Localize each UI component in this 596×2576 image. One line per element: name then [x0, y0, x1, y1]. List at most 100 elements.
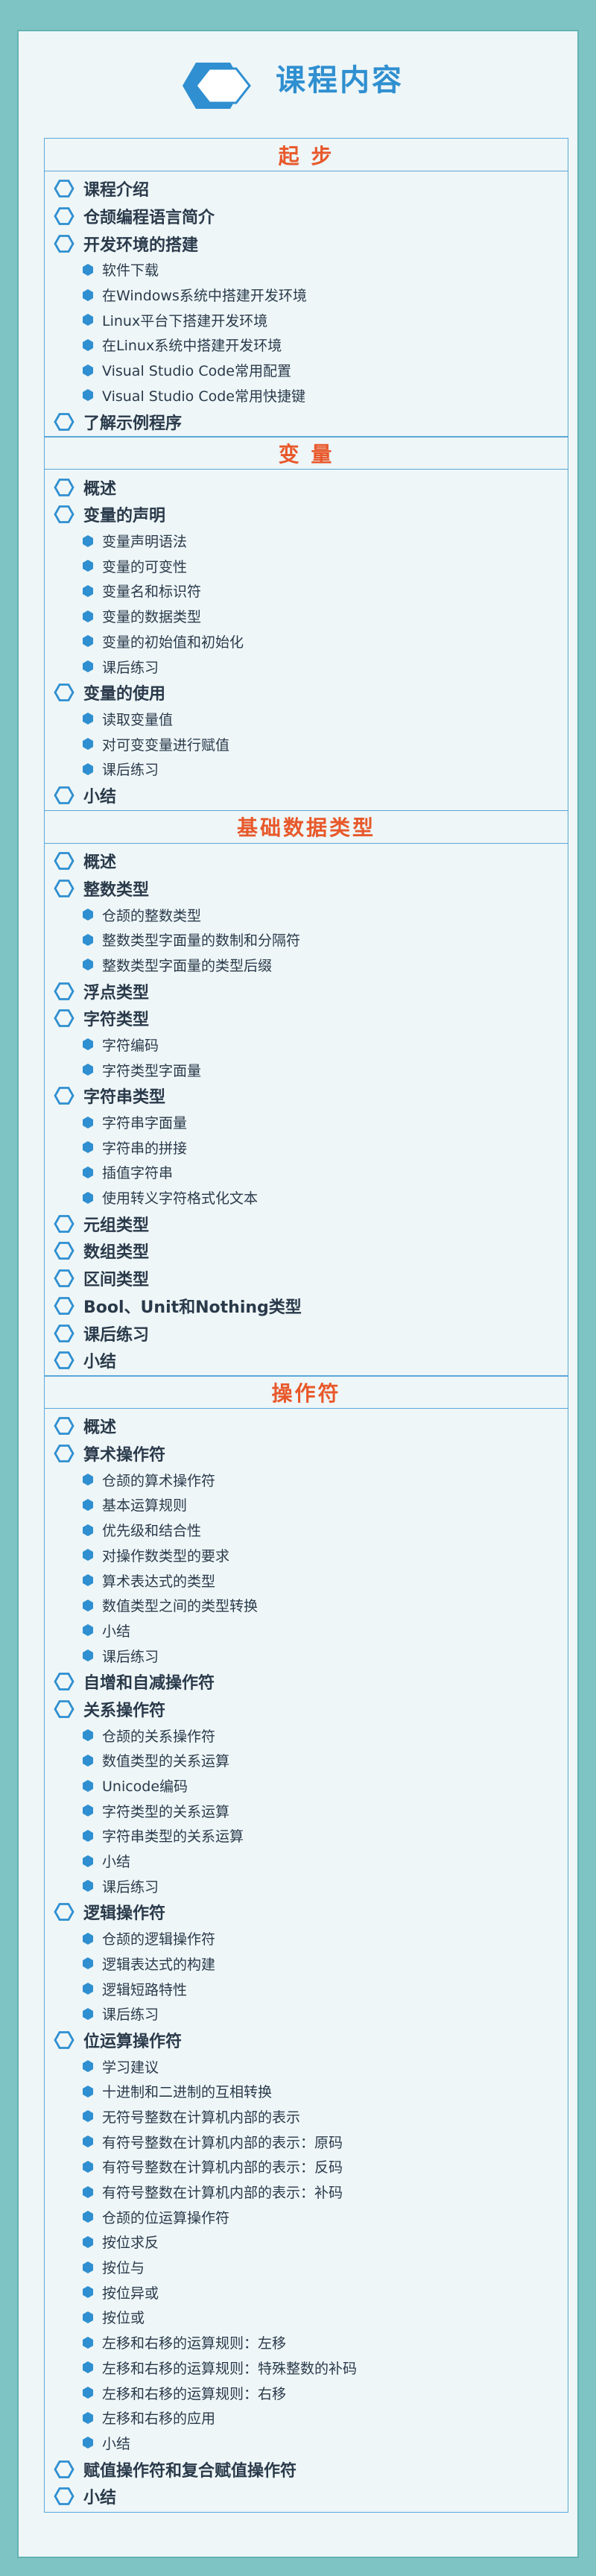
hexagon-bullet-icon [83, 2085, 93, 2097]
subtopic-label: 学习建议 [102, 2059, 159, 2076]
subtopic-label: 字符串类型的关系运算 [102, 1828, 244, 1846]
topic-label: 变量的使用 [83, 685, 166, 704]
topic-item: 仓颉编程语言简介 [45, 203, 568, 230]
hexagon-bullet-icon [83, 2361, 93, 2374]
topic-label: 算术操作符 [83, 1446, 166, 1465]
hexagon-outline-icon [54, 234, 74, 253]
topic-label: 字符串类型 [83, 1088, 166, 1108]
subtopic-item: 在Linux系统中搭建开发环境 [45, 332, 568, 358]
subtopic-item: 左移和右移的应用 [45, 2405, 568, 2431]
topic-item: 赋值操作符和复合赋值操作符 [45, 2455, 568, 2483]
subtopic-label: 有符号整数在计算机内部的表示：反码 [102, 2159, 343, 2176]
hexagon-outline-icon [54, 1269, 74, 1288]
subtopic-item: Visual Studio Code常用配置 [45, 358, 568, 383]
topic-item: 课后练习 [45, 1319, 568, 1347]
subtopic-item: 变量的数据类型 [45, 604, 568, 629]
subtopic-label: Visual Studio Code常用快捷键 [102, 388, 305, 405]
topic-label: 整数类型 [83, 880, 150, 900]
hexagon-outline-icon [54, 1242, 74, 1260]
subtopic-label: 基本运算规则 [102, 1497, 188, 1515]
subtopic-item: 小结 [45, 1618, 568, 1644]
subtopic-item: 小结 [45, 1849, 568, 1874]
hexagon-bullet-icon [83, 2060, 93, 2073]
topic-item: 变量的使用 [45, 679, 568, 707]
subtopic-label: 字符串的拼接 [102, 1140, 188, 1157]
subtopic-label: 有符号整数在计算机内部的表示：原码 [102, 2134, 343, 2151]
topic-item: 数组类型 [45, 1237, 568, 1265]
subtopic-item: 基本运算规则 [45, 1492, 568, 1518]
subtopic-item: 在Windows系统中搭建开发环境 [45, 282, 568, 308]
section-heading: 基础数据类型 [45, 811, 568, 844]
topic-label: 小结 [83, 2489, 117, 2508]
topic-label: 字符类型 [83, 1011, 150, 1030]
subtopic-label: 使用转义字符格式化文本 [102, 1190, 259, 1208]
hexagon-bullet-icon [83, 2185, 93, 2198]
topic-label: 自增和自减操作符 [83, 1674, 215, 1693]
subtopic-label: 按位与 [102, 2260, 145, 2277]
subtopic-label: 按位异或 [102, 2285, 159, 2302]
subtopic-item: 有符号整数在计算机内部的表示：补码 [45, 2179, 568, 2205]
hexagon-bullet-icon [83, 610, 93, 622]
hexagon-bullet-icon [83, 959, 93, 971]
hexagon-bullet-icon [83, 2311, 93, 2323]
hexagon-outline-icon [54, 1673, 74, 1691]
hexagon-outline-icon [54, 1903, 74, 1922]
subtopic-label: 整数类型字面量的类型后缀 [102, 957, 273, 974]
subtopic-label: 仓颉的逻辑操作符 [102, 1931, 216, 1948]
topic-label: 关系操作符 [83, 1701, 166, 1720]
subtopic-label: 对可变变量进行赋值 [102, 736, 230, 754]
hexagon-bullet-icon [83, 1983, 93, 1995]
subtopic-item: 算术表达式的类型 [45, 1568, 568, 1593]
subtopic-label: 变量名和标识符 [102, 584, 202, 601]
topic-item: 概述 [45, 847, 568, 875]
subtopic-item: 逻辑表达式的构建 [45, 1951, 568, 1977]
subtopic-item: 字符编码 [45, 1032, 568, 1058]
hexagon-outline-icon [54, 2487, 74, 2506]
hexagon-bullet-icon [83, 263, 93, 276]
topic-label: 小结 [83, 787, 117, 806]
subtopic-item: 按位求反 [45, 2229, 568, 2255]
hexagon-logo-icon [183, 63, 251, 109]
course-section: 操作符 概述 算术操作符 仓颉的算术操作符 基本运算规则 优先级和结合性 对操作数类型的要求… [44, 1375, 568, 2513]
subtopic-item: 使用转义字符格式化文本 [45, 1185, 568, 1210]
subtopic-label: 左移和右移的运算规则：左移 [102, 2335, 287, 2352]
subtopic-item: 变量的可变性 [45, 553, 568, 578]
subtopic-item: 无符号整数在计算机内部的表示 [45, 2104, 568, 2130]
hexagon-bullet-icon [83, 909, 93, 921]
hexagon-outline-icon [54, 1700, 74, 1718]
hexagon-outline-icon [54, 1296, 74, 1315]
hexagon-bullet-icon [83, 560, 93, 572]
topic-item: 算术操作符 [45, 1440, 568, 1468]
subtopic-label: 优先级和结合性 [102, 1523, 202, 1540]
hexagon-bullet-icon [83, 534, 93, 547]
hexagon-bullet-icon [83, 2007, 93, 2020]
subtopic-item: 仓颉的逻辑操作符 [45, 1926, 568, 1951]
hexagon-bullet-icon [83, 2411, 93, 2424]
subtopic-item: 按位异或 [45, 2279, 568, 2305]
subtopic-label: 小结 [102, 1854, 131, 1871]
subtopic-item: 左移和右移的运算规则：左移 [45, 2330, 568, 2355]
topic-label: Bool、Unit和Nothing类型 [83, 1298, 302, 1317]
subtopic-label: 软件下载 [102, 262, 159, 280]
subtopic-item: 仓颉的位运算操作符 [45, 2204, 568, 2229]
subtopic-label: 在Linux系统中搭建开发环境 [102, 338, 282, 355]
subtopic-label: 变量的数据类型 [102, 609, 202, 626]
subtopic-label: 十进制和二进制的互相转换 [102, 2084, 273, 2101]
hexagon-bullet-icon [83, 1574, 93, 1587]
hexagon-bullet-icon [83, 2261, 93, 2273]
subtopic-label: 字符编码 [102, 1037, 159, 1054]
subtopic-item: Visual Studio Code常用快捷键 [45, 383, 568, 408]
subtopic-item: 左移和右移的运算规则：右移 [45, 2380, 568, 2405]
hexagon-bullet-icon [83, 2387, 93, 2399]
topic-label: 小结 [83, 1353, 117, 1372]
subtopic-item: 十进制和二进制的互相转换 [45, 2079, 568, 2104]
hexagon-bullet-icon [83, 1549, 93, 1562]
topic-item: 区间类型 [45, 1265, 568, 1292]
subtopic-label: 有符号整数在计算机内部的表示：补码 [102, 2185, 343, 2202]
hexagon-bullet-icon [83, 1650, 93, 1662]
topic-label: 元组类型 [83, 1216, 150, 1235]
subtopic-label: 对操作数类型的要求 [102, 1547, 230, 1565]
course-section: 变 量概述 变量的声明 变量声明语法 变量的可变性 变量名和标识符 变量的数据类型 变量的初… [44, 436, 568, 812]
subtopic-item: 字符串字面量 [45, 1110, 568, 1135]
hexagon-outline-icon [54, 1324, 74, 1342]
